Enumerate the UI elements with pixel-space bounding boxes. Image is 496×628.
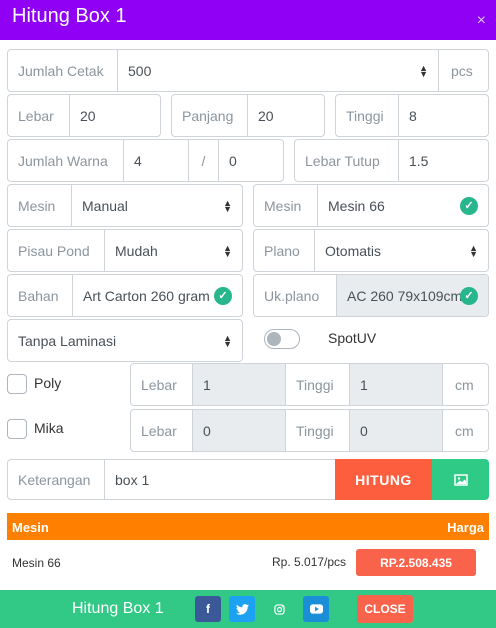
youtube-icon[interactable] <box>303 596 329 622</box>
poly-size-group: Lebar 1 Tinggi 1 cm <box>130 363 489 406</box>
spotuv-toggle[interactable] <box>264 329 300 349</box>
ukplano-value: AC 260 79x109cm <box>347 287 463 304</box>
poly-label: Poly <box>34 375 62 391</box>
close-button[interactable]: CLOSE <box>357 595 413 623</box>
modal-footer: Hitung Box 1 f CLOSE <box>0 590 496 628</box>
result-col-mesin: Mesin <box>12 520 49 535</box>
footer-title: Hitung Box 1 <box>72 600 164 617</box>
mesin-selected-input[interactable]: Mesin 66 ✓ <box>318 185 488 226</box>
poly-checkbox[interactable] <box>7 374 27 394</box>
instagram-icon[interactable] <box>266 596 292 622</box>
keterangan-group: Keterangan box 1 <box>7 459 337 500</box>
plano-label: Plano <box>254 230 315 271</box>
jumlah-cetak-value: 500 <box>128 62 152 79</box>
panjang-input[interactable]: 20 <box>248 95 324 136</box>
poly-lebar-label: Lebar <box>131 364 193 405</box>
jumlah-warna-group: Jumlah Warna 4 / 0 <box>7 139 284 182</box>
select-arrow-icon: ▲ ▼ <box>223 242 232 259</box>
jumlah-warna-input[interactable]: 4 <box>124 140 189 181</box>
mesin-select[interactable]: Manual ▲ ▼ <box>72 185 242 226</box>
check-icon: ✓ <box>460 196 478 215</box>
ukplano-group: Uk.plano AC 260 79x109cm ✓ <box>253 274 489 317</box>
lebar-label: Lebar <box>8 95 70 136</box>
ukplano-input: AC 260 79x109cm ✓ <box>337 275 488 316</box>
jumlah-cetak-label: Jumlah Cetak <box>8 50 118 91</box>
tinggi-input[interactable]: 8 <box>399 95 488 136</box>
pisau-pond-value: Mudah <box>115 242 158 259</box>
tinggi-label: Tinggi <box>336 95 399 136</box>
image-button[interactable] <box>432 459 489 500</box>
result-col-harga: Harga <box>447 520 484 535</box>
poly-tinggi-input: 1 <box>350 364 442 405</box>
mesin-selected-group: Mesin Mesin 66 ✓ <box>253 184 489 227</box>
tinggi-group: Tinggi 8 <box>335 94 489 137</box>
plano-group: Plano Otomatis ▲ ▼ <box>253 229 489 272</box>
result-total-button[interactable]: RP.2.508.435 <box>356 549 476 576</box>
bahan-value: Art Carton 260 gram <box>83 287 210 304</box>
result-unit-price: Rp. 5.017/pcs <box>272 555 347 569</box>
mesin-selected-value: Mesin 66 <box>328 197 385 214</box>
bahan-group: Bahan Art Carton 260 gram ✓ <box>7 274 243 317</box>
keterangan-input[interactable]: box 1 <box>105 460 336 499</box>
select-arrow-icon: ▲ ▼ <box>223 197 232 214</box>
jumlah-warna-label: Jumlah Warna <box>8 140 124 181</box>
result-header: Mesin Harga <box>7 513 489 540</box>
lebar-input[interactable]: 20 <box>70 95 160 136</box>
result-mesin: Mesin 66 <box>12 556 61 570</box>
poly-lebar-input: 1 <box>193 364 286 405</box>
mika-label: Mika <box>34 420 64 436</box>
laminasi-select[interactable]: Tanpa Laminasi ▲ ▼ <box>8 320 242 361</box>
mika-checkbox[interactable] <box>7 419 27 439</box>
lebar-tutup-group: Lebar Tutup 1.5 <box>294 139 489 182</box>
poly-tinggi-label: Tinggi <box>286 364 350 405</box>
facebook-icon[interactable]: f <box>195 596 221 622</box>
hitung-button[interactable]: HITUNG <box>335 459 432 500</box>
modal-header: Hitung Box 1 × <box>0 0 496 40</box>
warna-separator: / <box>189 140 219 181</box>
plano-select[interactable]: Otomatis ▲ ▼ <box>315 230 488 271</box>
ukplano-label: Uk.plano <box>254 275 337 316</box>
mesin-select-value: Manual <box>82 197 128 214</box>
pcs-unit: pcs <box>438 50 488 91</box>
toggle-knob <box>267 332 281 346</box>
spotuv-label: SpotUV <box>328 330 377 346</box>
mika-tinggi-label: Tinggi <box>286 410 350 451</box>
select-arrow-icon: ▲ ▼ <box>419 62 428 79</box>
pisau-pond-group: Pisau Pond Mudah ▲ ▼ <box>7 229 243 272</box>
keterangan-label: Keterangan <box>8 460 105 499</box>
bahan-input[interactable]: Art Carton 260 gram ✓ <box>73 275 242 316</box>
mika-size-group: Lebar 0 Tinggi 0 cm <box>130 409 489 452</box>
panjang-label: Panjang <box>172 95 248 136</box>
close-icon[interactable]: × <box>477 12 486 30</box>
mesin-select-group: Mesin Manual ▲ ▼ <box>7 184 243 227</box>
check-icon: ✓ <box>460 286 478 305</box>
pisau-pond-select[interactable]: Mudah ▲ ▼ <box>105 230 242 271</box>
lebar-tutup-input[interactable]: 1.5 <box>399 140 488 181</box>
laminasi-group: Tanpa Laminasi ▲ ▼ <box>7 319 243 362</box>
lebar-tutup-label: Lebar Tutup <box>295 140 399 181</box>
laminasi-value: Tanpa Laminasi <box>18 332 117 349</box>
mesin-selected-label: Mesin <box>254 185 318 226</box>
check-icon: ✓ <box>214 286 232 305</box>
pisau-pond-label: Pisau Pond <box>8 230 105 271</box>
mika-lebar-input: 0 <box>193 410 286 451</box>
jumlah-cetak-select[interactable]: 500 ▲ ▼ <box>118 50 438 91</box>
bahan-label: Bahan <box>8 275 73 316</box>
mika-lebar-label: Lebar <box>131 410 193 451</box>
mesin-label: Mesin <box>8 185 72 226</box>
twitter-icon[interactable] <box>229 596 255 622</box>
poly-unit: cm <box>442 364 488 405</box>
lebar-group: Lebar 20 <box>7 94 161 137</box>
mika-unit: cm <box>442 410 488 451</box>
image-icon <box>453 473 468 486</box>
jumlah-warna-input-2[interactable]: 0 <box>219 140 283 181</box>
select-arrow-icon: ▲ ▼ <box>223 332 232 349</box>
plano-value: Otomatis <box>325 242 382 259</box>
jumlah-cetak-group: Jumlah Cetak 500 ▲ ▼ pcs <box>7 49 489 92</box>
modal-title: Hitung Box 1 <box>12 5 127 27</box>
mika-tinggi-input: 0 <box>350 410 442 451</box>
panjang-group: Panjang 20 <box>171 94 325 137</box>
select-arrow-icon: ▲ ▼ <box>469 242 478 259</box>
